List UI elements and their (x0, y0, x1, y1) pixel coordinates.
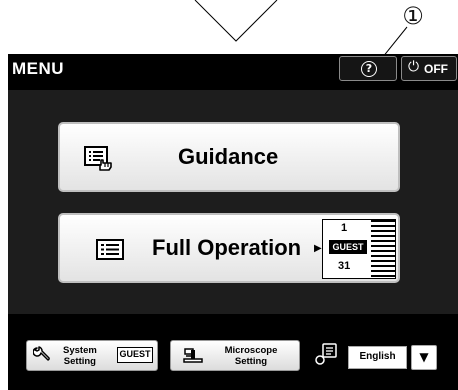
power-off-button[interactable]: ⏻ OFF (401, 56, 457, 81)
menu-content: Guidance Full Operation ▶ 1 GUEST 31 Sys… (8, 90, 458, 390)
microscope-setting-button[interactable]: Microscope Setting (170, 340, 300, 371)
system-guest-badge: GUEST (117, 347, 153, 363)
chevron-down-icon: ▼ (419, 350, 429, 364)
full-operation-label: Full Operation (152, 235, 302, 260)
microscope-setting-label: Microscope Setting (215, 345, 287, 367)
arrow-right-icon: ▶ (314, 243, 322, 254)
mode-guest-badge: GUEST (329, 240, 367, 254)
callout-number: ① (402, 2, 424, 30)
wrench-icon (33, 346, 50, 361)
help-button[interactable]: ? (339, 56, 397, 81)
list-icon (96, 239, 124, 260)
system-setting-line1: System (63, 345, 97, 356)
off-label: OFF (424, 62, 448, 76)
system-setting-label: System Setting (63, 345, 97, 367)
page-title: MENU (12, 59, 65, 78)
microscope-setting-line2: Setting (234, 356, 268, 367)
mode-stripes (371, 220, 395, 277)
title-bar: MENU ? ⏻ OFF (8, 54, 458, 84)
microscope-icon (183, 348, 203, 363)
system-setting-button[interactable]: System Setting GUEST (26, 340, 158, 371)
mode-bottom-number: 31 (338, 260, 351, 272)
microscope-setting-line1: Microscope (224, 345, 278, 356)
language-select[interactable]: English (348, 346, 407, 369)
guidance-button[interactable]: Guidance (58, 122, 400, 192)
full-operation-button[interactable]: Full Operation ▶ 1 GUEST 31 (58, 213, 400, 283)
menu-screen: MENU ? ⏻ OFF Guidance Full Operation ▶ 1… (8, 54, 458, 390)
power-icon: ⏻ (408, 59, 420, 75)
bottom-toolbar: System Setting GUEST Microscope Setting (8, 314, 458, 390)
guidance-label: Guidance (178, 144, 279, 169)
user-mode-indicator: 1 GUEST 31 (322, 219, 396, 279)
language-icon (315, 343, 337, 365)
language-dropdown-button[interactable]: ▼ (411, 345, 437, 370)
system-setting-line2: Setting (63, 356, 96, 367)
mode-top-number: 1 (341, 222, 348, 234)
pointing-hand-icon (99, 159, 112, 171)
help-icon: ? (361, 61, 377, 77)
